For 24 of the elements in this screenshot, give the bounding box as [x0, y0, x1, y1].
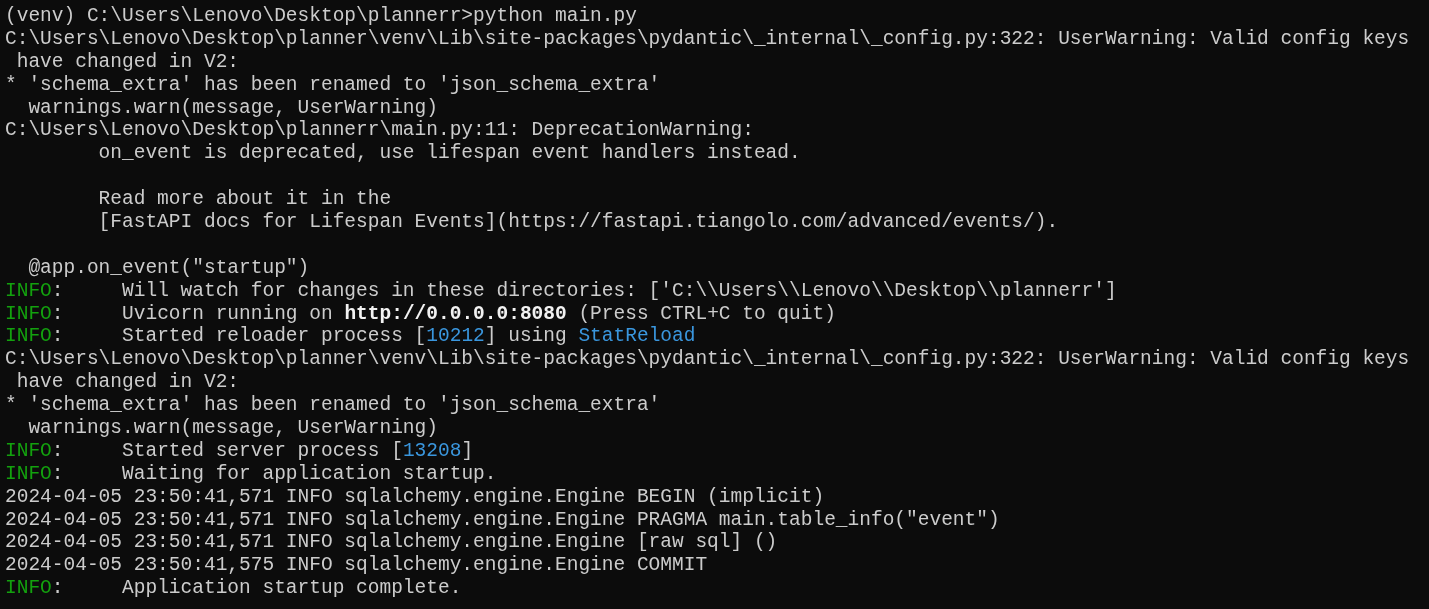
terminal-line: have changed in V2: [15, 50, 240, 74]
terminal-line: (venv) C:\Users\Lenovo\Desktop\plannerr>python main.py [5, 5, 637, 28]
terminal-line: * 'schema_extra' has been renamed to 'json_schema_extra' [5, 394, 661, 418]
terminal-line: INFO: Uvicorn running on http://0.0.0.0:8080 (Press CTRL+C to quit) [5, 302, 836, 326]
terminal-line: INFO: Started reloader process [10212] using StatReload [5, 325, 696, 349]
terminal-line: 2024-04-05 23:50:41,571 INFO sqlalchemy.engine.Engine BEGIN (implicit) [5, 485, 825, 509]
terminal-line: @app.on_event("startup") [27, 256, 310, 280]
terminal-line: INFO: Application startup complete. [5, 577, 462, 601]
terminal-line: INFO: Will watch for changes in these directories: ['C:\\Users\\Lenovo\\Desktop\\plannerr'] [5, 279, 1117, 303]
terminal-line: C:\Users\Lenovo\Desktop\planner\venv\Lib\site-packages\pydantic\_internal\_config.py:322: UserWarning: Valid config keys [5, 348, 1410, 372]
terminal-line: on_event is deprecated, use lifespan event handlers instead. [97, 142, 801, 166]
terminal-line: C:\Users\Lenovo\Desktop\planner\venv\Lib\site-packages\pydantic\_internal\_config.py:322: UserWarning: Valid config keys [5, 27, 1410, 51]
terminal-line: 2024-04-05 23:50:41,571 INFO sqlalchemy.engine.Engine [raw sql] () [5, 531, 778, 555]
terminal-line: 2024-04-05 23:50:41,575 INFO sqlalchemy.engine.Engine COMMIT [5, 554, 708, 578]
terminal-line: have changed in V2: [15, 371, 240, 395]
terminal-line: INFO: Started server process [13208] [5, 439, 474, 463]
terminal-line: * 'schema_extra' has been renamed to 'json_schema_extra' [5, 73, 661, 97]
terminal-line: Read more about it in the [97, 188, 392, 211]
terminal-line: warnings.warn(message, UserWarning) [27, 417, 438, 440]
terminal-line: C:\Users\Lenovo\Desktop\plannerr\main.py:11: DeprecationWarning: [5, 119, 754, 143]
terminal-line: 2024-04-05 23:50:41,571 INFO sqlalchemy.engine.Engine PRAGMA main.table_info("event") [5, 508, 1000, 532]
terminal-line: [FastAPI docs for Lifespan Events](https://fastapi.tiangolo.com/advanced/events/). [97, 211, 1059, 234]
terminal-line: INFO: Waiting for application startup. [5, 462, 497, 486]
terminal-line: warnings.warn(message, UserWarning) [27, 96, 438, 120]
